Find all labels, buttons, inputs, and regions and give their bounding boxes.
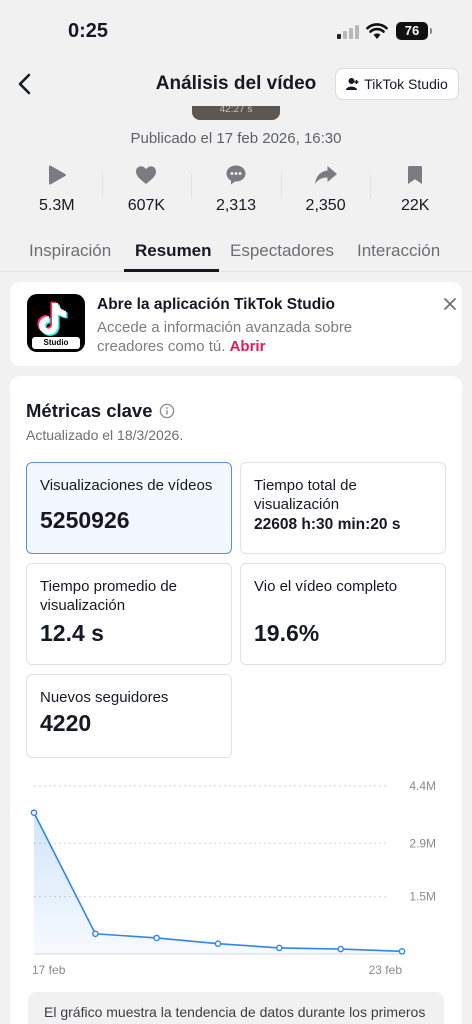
stat-value: 2,350 xyxy=(305,197,346,214)
bookmark-icon xyxy=(408,166,423,184)
key-metrics-panel: Métricas clave Actualizado el 18/3/2026.… xyxy=(10,376,462,1024)
data-point xyxy=(337,945,344,953)
tab-resumen[interactable]: Resumen xyxy=(135,241,212,261)
metric-card-total-watch-time[interactable]: Tiempo total de visualización 22608 h:30… xyxy=(240,462,446,554)
y-tick-label: 2.9M xyxy=(409,836,436,850)
area-fill xyxy=(34,812,402,954)
stat-shares: 2,350 xyxy=(280,162,371,218)
x-tick-label: 17 feb xyxy=(32,963,66,977)
views-trend-chart[interactable]: 4.4M 2.9M 1.5M 17 feb 23 feb xyxy=(10,776,462,986)
data-point xyxy=(92,930,99,938)
y-tick-label: 1.5M xyxy=(409,890,436,904)
tiktok-logo-icon xyxy=(37,301,68,336)
tiktok-studio-label: TikTok Studio xyxy=(364,76,448,92)
metric-value: 4220 xyxy=(40,710,92,736)
tab-bar: Inspiración Resumen Espectadores Interac… xyxy=(0,232,472,272)
active-tab-indicator xyxy=(124,269,219,272)
top-nav: Análisis del vídeo TikTok Studio xyxy=(0,62,472,106)
metric-card-new-followers[interactable]: Nuevos seguidores 4220 xyxy=(26,674,232,758)
data-point xyxy=(153,934,160,942)
chart-note-text: El gráfico muestra la tendencia de datos… xyxy=(44,1004,426,1020)
metric-value: 12.4 s xyxy=(40,620,104,646)
status-time: 0:25 xyxy=(68,20,109,42)
data-point xyxy=(398,948,406,955)
metrics-title: Métricas clave xyxy=(26,400,153,421)
heart-icon xyxy=(136,166,157,184)
stat-views: 5.3M xyxy=(12,162,102,218)
open-studio-link[interactable]: Abrir xyxy=(230,338,266,355)
metric-label: Vio el vídeo completo xyxy=(254,578,398,595)
user-add-icon xyxy=(346,78,359,90)
tab-inspiracion[interactable]: Inspiración xyxy=(29,241,111,261)
stat-value: 5.3M xyxy=(39,197,75,214)
chart-note: El gráfico muestra la tendencia de datos… xyxy=(28,992,444,1024)
metric-value: 5250926 xyxy=(40,507,130,533)
stat-value: 2,313 xyxy=(215,197,256,214)
stat-comments: 2,313 xyxy=(191,162,281,218)
thumbnail-duration: 42:27 s xyxy=(219,106,253,115)
metric-value: 22608 h:30 min:20 s xyxy=(254,516,401,533)
metrics-updated: Actualizado el 18/3/2026. xyxy=(26,427,184,443)
signal-icon xyxy=(337,25,359,39)
metric-label: Nuevos seguidores xyxy=(40,689,169,706)
data-point xyxy=(30,809,38,817)
info-icon[interactable] xyxy=(159,403,175,419)
share-icon xyxy=(314,166,337,184)
x-tick-label: 23 feb xyxy=(369,963,403,977)
comment-icon xyxy=(226,165,246,185)
metric-label: Tiempo promedio de visualización xyxy=(40,578,178,614)
stat-value: 607K xyxy=(127,197,166,214)
metric-label: Tiempo total de visualización xyxy=(254,477,357,513)
studio-tag: Studio xyxy=(32,337,80,349)
metric-card-full-watch[interactable]: Vio el vídeo completo 19.6% xyxy=(240,563,446,665)
metric-value: 19.6% xyxy=(254,620,320,646)
data-point xyxy=(214,940,222,947)
metrics-title-row: Métricas clave xyxy=(26,400,175,422)
battery-indicator: 76 xyxy=(396,22,432,40)
studio-promo-banner: Studio Abre la aplicación TikTok Studio … xyxy=(10,282,462,366)
stat-likes: 607K xyxy=(101,162,192,218)
tab-interaccion[interactable]: Interacción xyxy=(357,241,440,261)
stat-value: 22K xyxy=(400,197,430,214)
play-icon xyxy=(48,165,66,185)
data-point xyxy=(276,944,283,952)
tiktok-studio-app-icon[interactable]: Studio xyxy=(27,294,85,352)
tiktok-studio-button[interactable]: TikTok Studio xyxy=(335,68,459,100)
metric-card-views[interactable]: Visualizaciones de vídeos 5250926 xyxy=(26,462,232,554)
promo-description: Accede a información avanzada sobre crea… xyxy=(97,318,407,356)
metric-label: Visualizaciones de vídeos xyxy=(40,477,213,494)
wifi-icon xyxy=(366,23,388,39)
tab-espectadores[interactable]: Espectadores xyxy=(230,241,334,261)
video-thumbnail[interactable]: 42:27 s xyxy=(192,106,280,120)
close-icon[interactable] xyxy=(442,296,458,312)
status-bar: 0:25 76 xyxy=(0,0,472,62)
promo-description-text: Accede a información avanzada sobre crea… xyxy=(97,319,353,355)
published-date: Publicado el 17 feb 2026, 16:30 xyxy=(130,130,342,147)
stat-saves: 22K xyxy=(370,162,460,218)
promo-title: Abre la aplicación TikTok Studio xyxy=(97,296,336,313)
y-tick-label: 4.4M xyxy=(409,779,436,793)
metric-card-avg-watch-time[interactable]: Tiempo promedio de visualización 12.4 s xyxy=(26,563,232,665)
video-stats: 5.3M 607K 2,313 2,350 22K xyxy=(12,162,460,218)
